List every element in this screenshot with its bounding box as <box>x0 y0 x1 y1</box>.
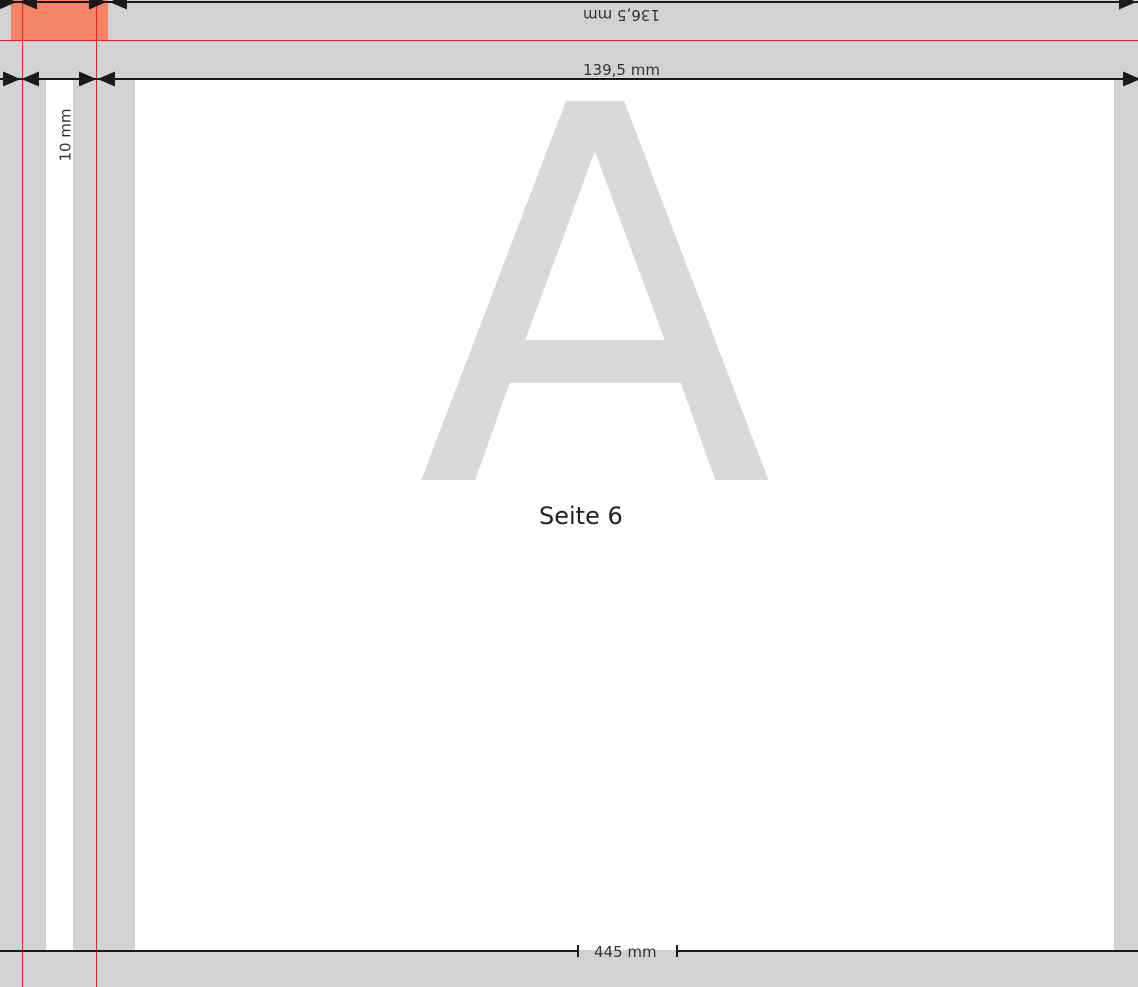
arrow-head <box>3 71 21 87</box>
arrow-head <box>19 0 37 10</box>
arrow-head <box>1123 71 1138 87</box>
arrow-head <box>21 71 39 87</box>
dimension-lines <box>0 0 1138 957</box>
arrow-head <box>79 71 97 87</box>
top-dimension-label: 136,5 mm <box>583 6 660 24</box>
bottom-dimension-label: 445 mm <box>594 943 657 961</box>
arrow-head <box>89 0 107 10</box>
arrow-head <box>97 71 115 87</box>
arrow-head <box>109 0 127 10</box>
width-dimension-label: 139,5 mm <box>583 61 660 79</box>
arrow-head <box>1119 0 1137 10</box>
arrow-head <box>0 0 17 10</box>
side-dimension-label: 10 mm <box>56 108 75 162</box>
